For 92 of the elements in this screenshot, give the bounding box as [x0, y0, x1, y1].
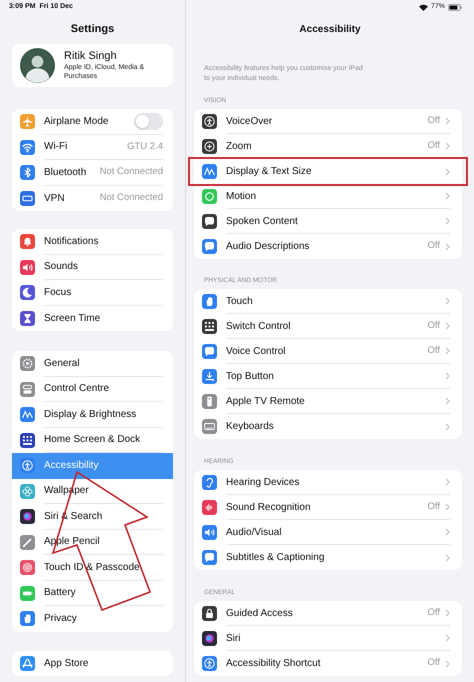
settings-row[interactable]: Touch [194, 289, 462, 314]
chevron-icon [445, 528, 450, 536]
item-value: Off [428, 500, 440, 514]
chevron-icon [445, 168, 450, 176]
item-value: Not Connected [100, 165, 163, 180]
settings-row[interactable]: Motion [194, 184, 462, 209]
item-label: Audio Descriptions [226, 240, 310, 254]
settings-row[interactable]: Spoken Content [194, 209, 462, 234]
item-value: Off [428, 138, 440, 153]
item-value: Off [428, 344, 440, 358]
toggle-switch[interactable] [134, 112, 163, 130]
settings-row[interactable]: VoiceOver Off [194, 109, 462, 134]
settings-row[interactable]: Switch Control Off [194, 314, 462, 339]
chevron-icon [445, 503, 450, 511]
item-label: General [44, 356, 81, 371]
chevron-icon [445, 242, 450, 250]
item-label: Home Screen & Dock [44, 433, 142, 448]
settings-row[interactable]: Apple TV Remote [194, 389, 462, 414]
settings-row[interactable]: Subtitles & Captioning [194, 545, 462, 570]
settings-row[interactable]: Keyboards [194, 414, 462, 439]
item-label: Touch [226, 294, 254, 308]
chevron-icon [445, 142, 450, 150]
settings-row[interactable]: Top Button [194, 364, 462, 389]
item-label: Screen Time [44, 312, 102, 326]
settings-row[interactable]: Audio Descriptions Off [194, 234, 462, 259]
settings-row[interactable]: Voice Control Off [194, 339, 462, 364]
chevron-icon [445, 422, 450, 430]
item-value: Off [428, 606, 440, 620]
item-value: GTU 2.4 [127, 140, 163, 154]
item-label: Siri [226, 632, 242, 646]
item-label: Guided Access [226, 606, 294, 620]
item-label: Top Button [226, 370, 275, 384]
avatar [20, 48, 55, 83]
item-label: Voice Control [226, 344, 286, 358]
item-label: Motion [226, 190, 258, 204]
item-label: Bluetooth [44, 166, 88, 180]
chevron-icon [445, 322, 450, 330]
item-label: Apple TV Remote [226, 394, 306, 408]
item-label: Privacy [44, 612, 78, 626]
item-label: App Store [44, 656, 90, 671]
item-label: Control Centre [44, 382, 110, 396]
wifi-signal-icon [418, 4, 428, 10]
settings-row[interactable]: Siri [194, 626, 462, 651]
chevron-icon [445, 117, 450, 125]
item-value: Off [428, 114, 440, 128]
item-label: Airplane Mode [44, 114, 110, 129]
item-label: VPN [44, 192, 66, 206]
page-title: Accessibility [299, 22, 361, 36]
item-label: Display & Text Size [226, 165, 312, 179]
chevron-icon [445, 372, 450, 380]
settings-row[interactable]: Audio/Visual [194, 520, 462, 545]
item-label: VoiceOver [226, 114, 274, 128]
chevron-icon [445, 609, 450, 617]
item-label: Accessibility [44, 459, 100, 474]
item-label: Zoom [226, 140, 253, 154]
item-label: Subtitles & Captioning [226, 551, 326, 565]
settings-row[interactable]: Accessibility Shortcut Off [194, 651, 462, 676]
profile-name: Ritik Singh [64, 50, 118, 63]
chevron-icon [445, 397, 450, 405]
chevron-icon [445, 660, 450, 668]
item-value: Off [428, 239, 440, 254]
settings-row[interactable]: Display & Text Size [190, 159, 466, 184]
item-label: Wi-Fi [44, 140, 68, 154]
item-label: Battery [44, 586, 77, 600]
sidebar-title: Settings [70, 22, 114, 37]
chevron-icon [445, 347, 450, 355]
battery-level-icon [448, 4, 462, 10]
item-label: Sounds [44, 260, 79, 274]
item-label: Accessibility Shortcut [226, 657, 322, 671]
chevron-icon [445, 554, 450, 562]
settings-row[interactable]: Zoom Off [194, 134, 462, 159]
settings-row[interactable]: Sound Recognition Off [194, 495, 462, 520]
item-label: Notifications [44, 234, 100, 249]
settings-row[interactable]: Guided Access Off [194, 601, 462, 626]
chevron-icon [445, 297, 450, 305]
item-value: Not Connected [100, 191, 163, 206]
item-label: Hearing Devices [226, 476, 300, 490]
chevron-icon [445, 634, 450, 642]
item-label: Keyboards [226, 420, 275, 434]
item-value: Off [428, 656, 440, 670]
item-label: Switch Control [226, 320, 292, 334]
item-label: Focus [44, 286, 72, 300]
item-label: Display & Brightness [44, 408, 138, 422]
item-label: Audio/Visual [226, 526, 282, 540]
chevron-icon [445, 192, 450, 200]
chevron-icon [445, 478, 450, 486]
chevron-icon [445, 217, 450, 225]
item-label: Spoken Content [226, 214, 299, 228]
item-value: Off [428, 318, 440, 333]
item-label: Sound Recognition [226, 500, 312, 514]
item-label: Touch ID & Passcode [44, 560, 141, 575]
settings-row[interactable]: Hearing Devices [194, 470, 462, 495]
